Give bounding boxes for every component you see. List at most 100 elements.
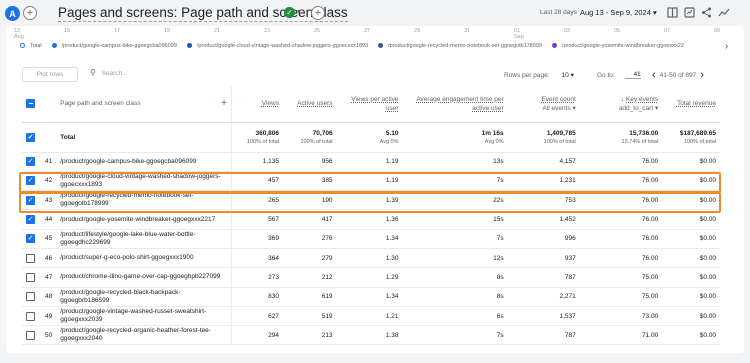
page-path-cell: /product/chrome-dino-game-over-cap-ggoeg…	[56, 267, 232, 288]
metric-cell: 567	[230, 209, 283, 230]
metric-cell: 1.36	[336, 209, 403, 230]
insights-icon[interactable]	[684, 7, 695, 18]
share-icon[interactable]	[701, 7, 712, 18]
metric-cell: $0.00	[662, 248, 720, 269]
table-row[interactable]: ✓ 44/product/google-yosemite-windbreaker-…	[22, 209, 720, 230]
axis-tick-label: 05	[614, 28, 621, 34]
add-comparison-button[interactable]: +	[311, 6, 325, 20]
event-filter-select[interactable]: All events ▾	[543, 105, 576, 112]
metric-cell: 276	[282, 229, 337, 249]
col-header-event-count[interactable]: Event count All events ▾	[507, 86, 580, 123]
page-path-cell: /product/google-yosemite-windbreaker-ggo…	[56, 209, 232, 230]
legend-label: /product/google-cloud-vintage-washed-sha…	[196, 43, 369, 49]
axis-tick-label: 17	[114, 28, 121, 34]
table-row[interactable]: 47/product/chrome-dino-game-over-cap-ggo…	[22, 267, 720, 288]
row-checkbox[interactable]	[26, 330, 35, 340]
totals-checkbox[interactable]: ✓	[26, 132, 35, 142]
row-checkbox[interactable]: ✓	[26, 176, 35, 186]
axis-tick-label: 27	[364, 28, 371, 34]
plot-rows-button[interactable]: Plot rows	[22, 67, 78, 82]
col-header-total-revenue[interactable]: Total revenue	[662, 86, 720, 123]
axis-tick-label: 03	[564, 28, 571, 34]
dimension-header[interactable]: Page path and screen class +	[56, 86, 232, 123]
trend-icon[interactable]	[718, 7, 730, 18]
search-input[interactable]: ⚲ Search...	[90, 68, 128, 77]
row-checkbox[interactable]	[26, 292, 35, 302]
row-checkbox[interactable]	[26, 272, 35, 282]
metric-cell: 1.21	[336, 306, 403, 327]
prev-page-icon[interactable]: ‹	[652, 69, 656, 81]
table-row[interactable]: ✓ 41/product/google-campus-bike-ggoegcba0…	[22, 152, 720, 172]
row-index: 41	[40, 152, 57, 172]
total-value: 1m 16s Avg 0%	[402, 122, 508, 153]
legend-next-icon[interactable]: ›	[725, 41, 728, 52]
legend-item[interactable]: /product/google-cloud-vintage-washed-sha…	[186, 43, 373, 49]
metric-cell: 212	[282, 267, 337, 288]
col-header-active-users[interactable]: Active users	[282, 86, 337, 123]
metric-cell: 75.00	[579, 287, 663, 307]
row-index: 48	[40, 287, 57, 307]
metric-cell: 7s	[402, 229, 508, 249]
row-checkbox[interactable]	[26, 253, 35, 263]
metric-cell: $0.00	[662, 190, 720, 211]
page-title[interactable]: Pages and screens: Page path and screen …	[58, 4, 348, 22]
add-dimension-icon[interactable]: +	[221, 99, 227, 109]
legend-item[interactable]: /product/google-yosemite-windbreaker-ggo…	[551, 43, 689, 49]
key-event-filter-select[interactable]: add_to_cart ▾	[619, 105, 658, 112]
page-path-cell: /product/google-recycled-organic-heather…	[56, 325, 232, 346]
table-row[interactable]: 46/product/super-g-eco-polo-shirt-ggoegx…	[22, 248, 720, 269]
chevron-down-icon[interactable]: ▾	[297, 7, 301, 16]
rows-per-page-select[interactable]: 10 ▾	[562, 71, 574, 79]
goto-input[interactable]: 41	[624, 71, 641, 79]
col-label: Event count	[541, 95, 576, 103]
metric-cell: 787	[507, 325, 580, 346]
metric-cell: 369	[230, 229, 283, 249]
page-path-cell: /product/google-campus-bike-ggoegcba0960…	[56, 152, 232, 172]
col-header-avg-engagement[interactable]: Average engagement time per active user	[402, 86, 508, 123]
add-button[interactable]: +	[23, 6, 37, 20]
rows-per-page-value: 10	[561, 72, 569, 79]
axis-tick-label: 25	[314, 28, 321, 34]
compare-icon[interactable]	[667, 7, 678, 18]
metric-cell: 1.34	[336, 287, 403, 307]
date-range-picker[interactable]: Aug 13 - Sep 9, 2024 ▾	[580, 8, 657, 17]
row-index: 47	[40, 267, 57, 288]
legend-dot-icon	[51, 43, 57, 49]
axis-tick-label: 09	[714, 28, 721, 34]
table-row[interactable]: ✓ 43/product/google-recycled-memo-noteboo…	[22, 190, 720, 211]
select-all-checkbox[interactable]	[26, 99, 35, 109]
metric-cell: 385	[282, 171, 337, 192]
col-header-key-events[interactable]: ↓ Key events add_to_cart ▾	[579, 86, 663, 123]
metric-cell: 619	[282, 287, 337, 307]
totals-row: ✓ Total 360,806 100% of total 70,706 100% …	[22, 122, 720, 153]
account-avatar[interactable]: A	[5, 6, 20, 21]
total-sub: 100% of total	[300, 138, 333, 145]
metric-cell: 1.19	[336, 171, 403, 192]
legend-item[interactable]: /product/google-recycled-memo-notebook-s…	[378, 43, 547, 49]
chart-legend: Total/product/google-campus-bike-ggoegcb…	[20, 43, 720, 53]
table-row[interactable]: 49/product/google-vintage-washed-russet-…	[22, 306, 720, 327]
row-checkbox[interactable]: ✓	[26, 215, 35, 225]
date-range-label: Last 28 days	[540, 9, 577, 16]
metric-cell: 457	[230, 171, 283, 192]
col-label: Views per active user	[351, 95, 399, 112]
legend-item[interactable]: /product/google-campus-bike-ggoegcba0960…	[51, 43, 182, 49]
table-row[interactable]: 50/product/google-recycled-organic-heath…	[22, 325, 720, 346]
row-checkbox[interactable]: ✓	[26, 234, 35, 244]
next-page-icon[interactable]: ›	[700, 69, 704, 81]
row-checkbox[interactable]: ✓	[26, 195, 35, 205]
legend-item[interactable]: Total	[20, 43, 47, 49]
metric-cell: 13s	[402, 152, 508, 172]
metric-cell: 937	[507, 248, 580, 269]
col-header-views-per-user[interactable]: Views per active user	[336, 86, 403, 123]
metric-cell: 213	[282, 325, 337, 346]
table-row[interactable]: 48/product/google-recycled-black-backpac…	[22, 287, 720, 307]
row-checkbox[interactable]	[26, 311, 35, 321]
rows-per-page: Rows per page: 10 ▾	[504, 68, 574, 82]
col-header-views[interactable]: Views	[230, 86, 283, 123]
table-row[interactable]: ✓ 42/product/google-cloud-vintage-washed-…	[22, 171, 720, 192]
metric-cell: 76.00	[579, 171, 663, 192]
metric-cell: 73.00	[579, 306, 663, 327]
row-checkbox[interactable]: ✓	[26, 157, 35, 167]
table-row[interactable]: ✓ 45/product/lifestyle/google-lake-blue-w…	[22, 229, 720, 249]
